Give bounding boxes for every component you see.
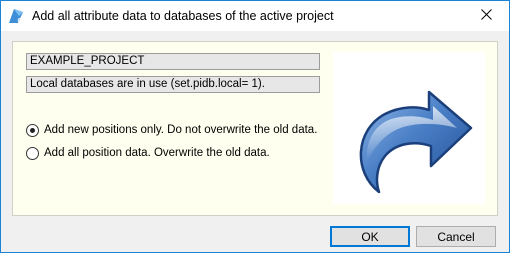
close-icon <box>480 9 492 23</box>
close-button[interactable] <box>463 1 509 31</box>
database-status-field: Local databases are in use (set.pidb.loc… <box>26 76 320 93</box>
radio-button-selected[interactable] <box>26 123 39 137</box>
option-label: Add new positions only. Do not overwrite… <box>44 124 318 136</box>
window-title: Add all attribute data to databases of t… <box>32 9 334 23</box>
cancel-button[interactable]: Cancel <box>416 226 496 247</box>
project-name-field: EXAMPLE_PROJECT <box>26 53 320 70</box>
title-bar[interactable]: G4 Add all attribute data to databases o… <box>1 1 509 31</box>
g4-app-icon: G4 <box>8 8 27 25</box>
option-add-new-positions[interactable]: Add new positions only. Do not overwrite… <box>26 122 317 138</box>
redo-arrow-icon <box>359 90 473 194</box>
svg-text:G4: G4 <box>18 18 25 25</box>
dialog-window: G4 Add all attribute data to databases o… <box>0 0 510 253</box>
ok-button[interactable]: OK <box>330 226 410 247</box>
option-add-all-positions[interactable]: Add all position data. Overwrite the old… <box>26 145 270 161</box>
redo-arrow-image <box>333 52 485 204</box>
option-label: Add all position data. Overwrite the old… <box>44 147 270 159</box>
radio-button[interactable] <box>26 146 39 160</box>
content-panel: EXAMPLE_PROJECT Local databases are in u… <box>12 41 498 216</box>
